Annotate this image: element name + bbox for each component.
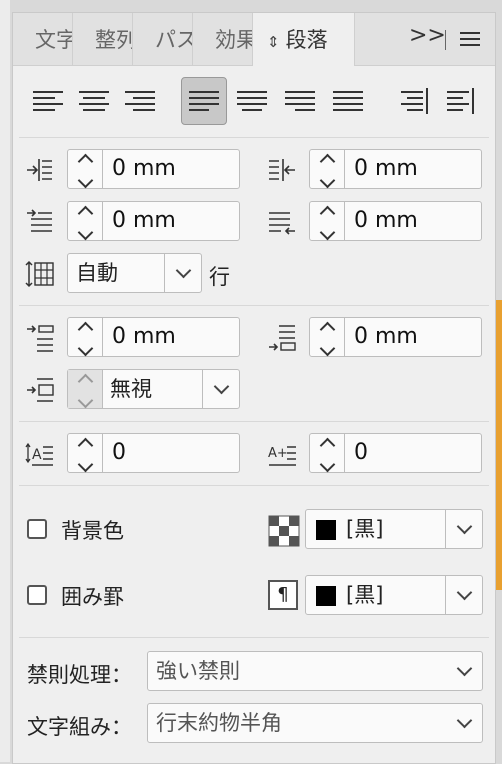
- shading-checkbox[interactable]: [27, 519, 47, 539]
- tab-paragraph[interactable]: ⇕ 段落: [253, 13, 355, 66]
- border-color-dropdown[interactable]: [黒]: [305, 575, 483, 615]
- grid-lines-unit-label: 行: [209, 265, 230, 289]
- shading-color-dropdown[interactable]: [黒]: [305, 509, 483, 549]
- space-before-stepper[interactable]: [68, 318, 103, 357]
- tab-effects[interactable]: 効果: [193, 13, 253, 65]
- kinsoku-value: 強い禁則: [156, 659, 240, 683]
- chevron-down-icon[interactable]: [446, 652, 482, 690]
- left-indent-field[interactable]: 0 mm: [67, 149, 240, 189]
- mojikumi-dropdown[interactable]: 行末約物半角: [147, 703, 483, 743]
- chevron-down-icon[interactable]: [446, 704, 482, 742]
- justify-left-button[interactable]: [181, 77, 227, 125]
- drop-cap-lines-value[interactable]: 0: [112, 434, 126, 472]
- separator: [19, 305, 489, 306]
- drop-cap-chars-value[interactable]: 0: [354, 434, 368, 472]
- first-line-indent-value[interactable]: 0 mm: [112, 202, 176, 240]
- chevron-down-icon[interactable]: [445, 576, 482, 614]
- chevron-down-icon[interactable]: [445, 510, 482, 548]
- separator: [19, 637, 489, 638]
- tab-align[interactable]: 整列: [73, 13, 133, 65]
- mojikumi-label: 文字組み：: [27, 715, 132, 739]
- space-after-icon: [269, 325, 296, 351]
- drop-cap-chars-field[interactable]: 0: [309, 433, 482, 473]
- tab-divider: [445, 30, 446, 50]
- space-after-value[interactable]: 0 mm: [354, 318, 418, 356]
- space-after-field[interactable]: 0 mm: [309, 317, 482, 357]
- chevron-down-icon[interactable]: [164, 254, 201, 292]
- align-left-button[interactable]: [25, 77, 71, 125]
- justify-right-button[interactable]: [277, 77, 323, 125]
- first-line-indent-stepper[interactable]: [68, 202, 103, 241]
- drop-cap-lines-icon: A: [25, 442, 53, 466]
- tab-pathfinder[interactable]: パス: [133, 13, 193, 65]
- svg-text:A: A: [32, 447, 42, 463]
- left-indent-value[interactable]: 0 mm: [112, 150, 176, 188]
- kinsoku-label: 禁則処理：: [27, 663, 132, 687]
- svg-text:A+: A+: [268, 446, 288, 461]
- space-before-field[interactable]: 0 mm: [67, 317, 240, 357]
- first-line-indent-field[interactable]: 0 mm: [67, 201, 240, 241]
- align-to-grid-dropdown[interactable]: 無視: [67, 369, 240, 409]
- left-indent-stepper[interactable]: [68, 150, 103, 189]
- black-swatch: [316, 520, 336, 540]
- panel-tab-bar: 文字 整列 パス 効果 ⇕ 段落 >>: [13, 13, 495, 66]
- align-center-button[interactable]: [71, 77, 117, 125]
- space-before-value[interactable]: 0 mm: [112, 318, 176, 356]
- paragraph-panel: 文字 整列 パス 効果 ⇕ 段落 >> 0 mm 0 mm 0 mm 0 mm …: [12, 12, 496, 764]
- justify-all-button[interactable]: [325, 77, 371, 125]
- border-checkbox[interactable]: [27, 585, 47, 605]
- drop-cap-lines-stepper[interactable]: [68, 434, 103, 473]
- tab-overflow-button[interactable]: >>: [409, 23, 446, 48]
- mojikumi-value: 行末約物半角: [156, 711, 282, 735]
- border-label: 囲み罫: [61, 585, 124, 609]
- separator: [19, 421, 489, 422]
- pilcrow-icon[interactable]: ¶: [268, 580, 298, 610]
- justify-center-button[interactable]: [229, 77, 275, 125]
- shading-swatch-icon[interactable]: [268, 515, 300, 547]
- first-line-indent-icon: [27, 209, 52, 232]
- shading-label: 背景色: [61, 519, 124, 543]
- border-color-value: [黒]: [346, 583, 384, 607]
- align-to-grid-value: 無視: [110, 377, 152, 401]
- last-line-indent-field[interactable]: 0 mm: [309, 201, 482, 241]
- grid-lines-icon: [25, 260, 54, 288]
- separator: [19, 485, 489, 486]
- drop-cap-lines-field[interactable]: 0: [67, 433, 240, 473]
- right-indent-stepper[interactable]: [310, 150, 345, 189]
- tab-character[interactable]: 文字: [13, 13, 73, 65]
- right-indent-value[interactable]: 0 mm: [354, 150, 418, 188]
- space-after-stepper[interactable]: [310, 318, 345, 357]
- drop-cap-chars-stepper[interactable]: [310, 434, 345, 473]
- tab-updown-icon: ⇕: [267, 33, 280, 51]
- black-swatch: [316, 586, 336, 606]
- align-towards-spine-button[interactable]: [391, 77, 437, 125]
- last-line-indent-value[interactable]: 0 mm: [354, 202, 418, 240]
- separator: [19, 137, 489, 138]
- last-line-indent-icon: [269, 212, 295, 235]
- shading-color-value: [黒]: [346, 517, 384, 541]
- panel-menu-icon[interactable]: [460, 32, 480, 46]
- kinsoku-dropdown[interactable]: 強い禁則: [147, 651, 483, 691]
- background-document: [0, 0, 10, 762]
- align-right-button[interactable]: [117, 77, 163, 125]
- grid-lines-value: 自動: [76, 261, 118, 285]
- space-before-icon: [27, 325, 54, 352]
- grid-lines-dropdown[interactable]: 自動: [67, 253, 202, 293]
- last-line-indent-stepper[interactable]: [310, 202, 345, 241]
- align-to-grid-icon: [27, 378, 54, 402]
- align-away-from-spine-button[interactable]: [437, 77, 483, 125]
- right-indent-icon: [269, 159, 295, 181]
- drop-cap-chars-icon: A+: [268, 446, 296, 466]
- left-indent-icon: [27, 159, 52, 181]
- right-indent-field[interactable]: 0 mm: [309, 149, 482, 189]
- chevron-down-icon[interactable]: [202, 370, 239, 408]
- align-to-grid-stepper: [68, 370, 103, 409]
